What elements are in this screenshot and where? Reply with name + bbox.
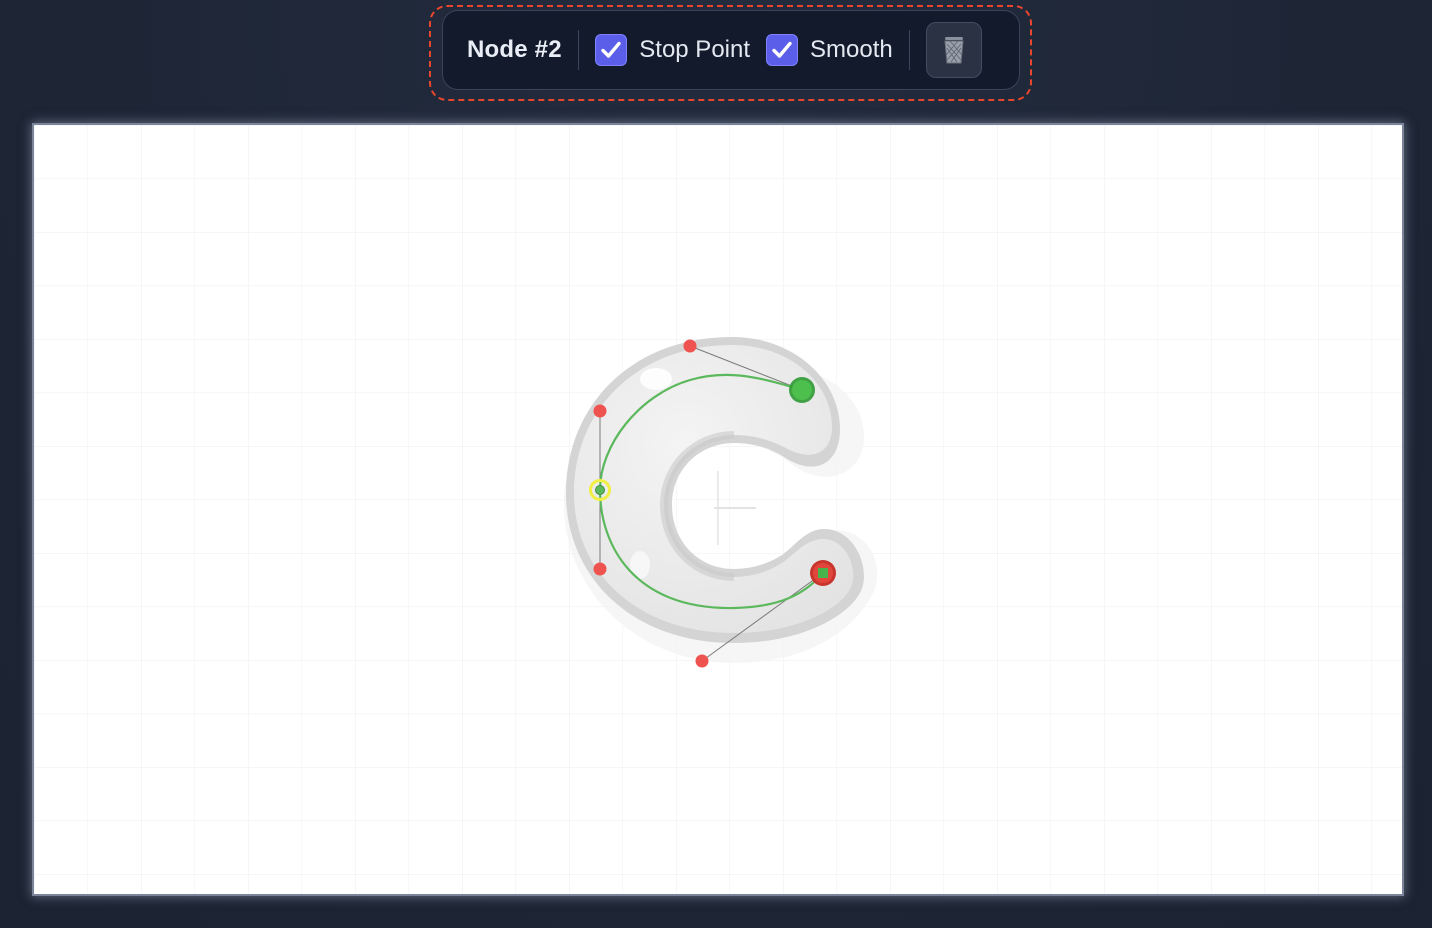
control-handle[interactable] xyxy=(683,339,697,353)
control-handle[interactable] xyxy=(695,654,709,668)
stop-point-label: Stop Point xyxy=(639,36,751,63)
checkmark-icon xyxy=(772,41,792,58)
node-label: Node #2 xyxy=(467,36,562,63)
smooth-checkbox[interactable] xyxy=(766,34,799,66)
stop-point-toggle[interactable]: Stop Point xyxy=(595,34,750,66)
toolbar-divider xyxy=(908,30,911,70)
start-node[interactable] xyxy=(789,377,815,403)
stop-point-checkbox[interactable] xyxy=(595,34,628,66)
trash-icon xyxy=(944,37,964,64)
checkmark-icon xyxy=(601,41,621,58)
editor-stage: Node #2 Stop Point Smooth xyxy=(0,0,1432,928)
control-handle[interactable] xyxy=(593,404,607,418)
delete-node-button[interactable] xyxy=(926,22,983,78)
canvas-svg[interactable] xyxy=(34,125,1402,894)
drawing-canvas[interactable] xyxy=(34,125,1402,894)
toolbar-divider xyxy=(577,30,580,70)
end-node[interactable] xyxy=(810,560,836,586)
smooth-toggle[interactable]: Smooth xyxy=(766,34,893,66)
control-handle[interactable] xyxy=(593,562,607,576)
node-toolbar: Node #2 Stop Point Smooth xyxy=(442,10,1020,90)
smooth-label: Smooth xyxy=(810,36,893,63)
